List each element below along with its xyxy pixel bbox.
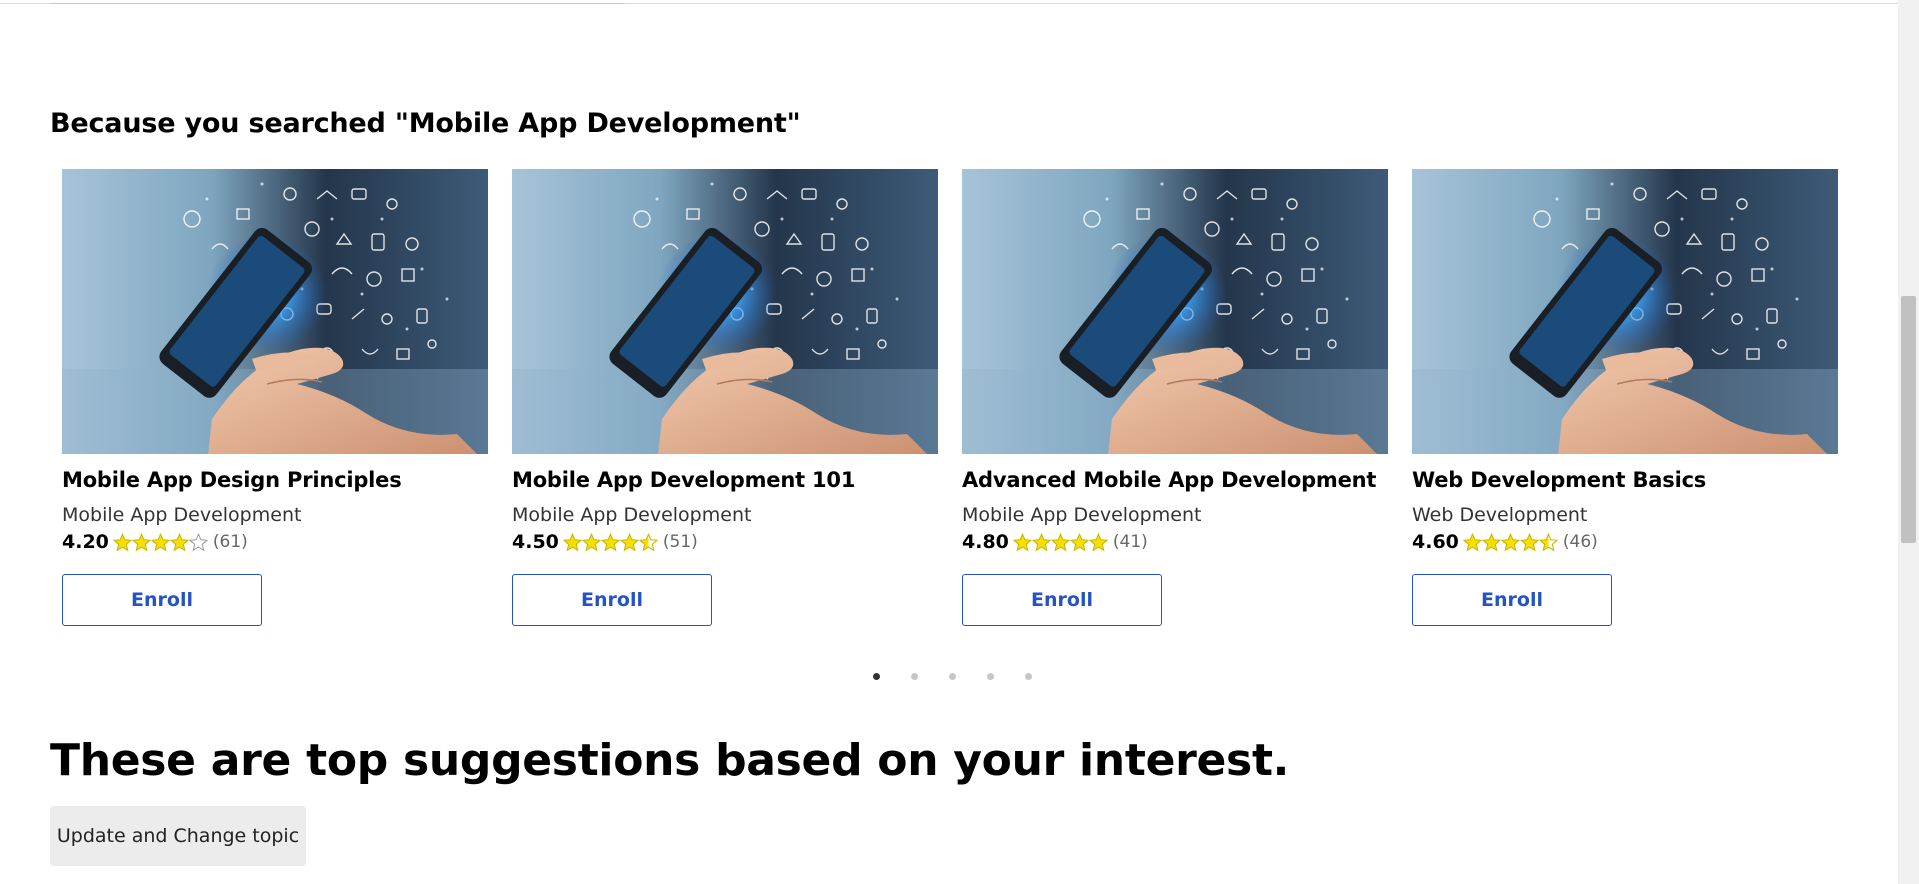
- rating-stars: [112, 532, 208, 552]
- update-topic-button[interactable]: Update and Change topic: [50, 806, 306, 866]
- course-title[interactable]: Advanced Mobile App Development: [962, 468, 1376, 492]
- course-title[interactable]: Web Development Basics: [1412, 468, 1706, 492]
- star-icon: [131, 532, 151, 551]
- star-icon: [1519, 532, 1539, 551]
- course-card[interactable]: Advanced Mobile App Development Mobile A…: [962, 169, 1388, 626]
- star-icon: [112, 532, 132, 551]
- star-icon: [1500, 532, 1520, 551]
- rating-value: 4.20: [62, 531, 109, 553]
- star-icon: [188, 532, 208, 551]
- carousel-dot[interactable]: [949, 673, 956, 680]
- carousel-dot[interactable]: [987, 673, 994, 680]
- scrollbar-thumb[interactable]: [1901, 296, 1916, 543]
- course-thumbnail-image[interactable]: [512, 169, 938, 454]
- rating-stars: [1012, 532, 1108, 552]
- suggestions-heading: These are top suggestions based on your …: [50, 735, 1290, 786]
- course-thumbnail-image[interactable]: [962, 169, 1388, 454]
- star-icon: [1012, 532, 1032, 551]
- star-icon: [1462, 532, 1482, 551]
- carousel-dot[interactable]: [911, 673, 918, 680]
- enroll-button[interactable]: Enroll: [962, 574, 1162, 626]
- course-thumbnail-image[interactable]: [1412, 169, 1838, 454]
- star-icon: [581, 532, 601, 551]
- enroll-button[interactable]: Enroll: [512, 574, 712, 626]
- course-category: Mobile App Development: [512, 504, 752, 526]
- page: Because you searched "Mobile App Develop…: [0, 0, 1919, 884]
- rating-count: (51): [662, 532, 698, 552]
- star-icon: [562, 532, 582, 551]
- section-title: Because you searched "Mobile App Develop…: [50, 108, 801, 139]
- star-icon: [600, 532, 620, 551]
- top-divider-accent: [50, 3, 625, 4]
- vertical-scrollbar[interactable]: [1898, 0, 1919, 884]
- rating-count: (61): [212, 532, 248, 552]
- carousel-pagination: [873, 673, 1063, 680]
- enroll-button[interactable]: Enroll: [1412, 574, 1612, 626]
- course-rating: 4.60 (46): [1412, 531, 1598, 553]
- star-icon: [1031, 532, 1051, 551]
- course-title[interactable]: Mobile App Design Principles: [62, 468, 402, 492]
- rating-value: 4.50: [512, 531, 559, 553]
- star-icon: [1050, 532, 1070, 551]
- carousel-dot[interactable]: [1025, 673, 1032, 680]
- star-icon: [619, 532, 639, 551]
- star-icon: [169, 532, 189, 551]
- course-rating: 4.20 (61): [62, 531, 248, 553]
- enroll-button[interactable]: Enroll: [62, 574, 262, 626]
- course-rating: 4.80 (41): [962, 531, 1148, 553]
- star-icon: [150, 532, 170, 551]
- carousel-dot[interactable]: [873, 673, 880, 680]
- course-title[interactable]: Mobile App Development 101: [512, 468, 855, 492]
- star-icon: [1481, 532, 1501, 551]
- star-icon: [638, 532, 658, 551]
- star-icon: [1088, 532, 1108, 551]
- course-card[interactable]: Mobile App Design Principles Mobile App …: [62, 169, 488, 626]
- course-thumbnail-image[interactable]: [62, 169, 488, 454]
- course-category: Web Development: [1412, 504, 1588, 526]
- course-card[interactable]: Web Development Basics Web Development 4…: [1412, 169, 1838, 626]
- rating-count: (41): [1112, 532, 1148, 552]
- star-icon: [1538, 532, 1558, 551]
- rating-stars: [562, 532, 658, 552]
- course-rating: 4.50 (51): [512, 531, 698, 553]
- course-category: Mobile App Development: [962, 504, 1202, 526]
- rating-value: 4.60: [1412, 531, 1459, 553]
- course-carousel: Mobile App Design Principles Mobile App …: [62, 169, 1842, 629]
- rating-value: 4.80: [962, 531, 1009, 553]
- rating-count: (46): [1562, 532, 1598, 552]
- course-card[interactable]: Mobile App Development 101 Mobile App De…: [512, 169, 938, 626]
- rating-stars: [1462, 532, 1558, 552]
- star-icon: [1069, 532, 1089, 551]
- course-category: Mobile App Development: [62, 504, 302, 526]
